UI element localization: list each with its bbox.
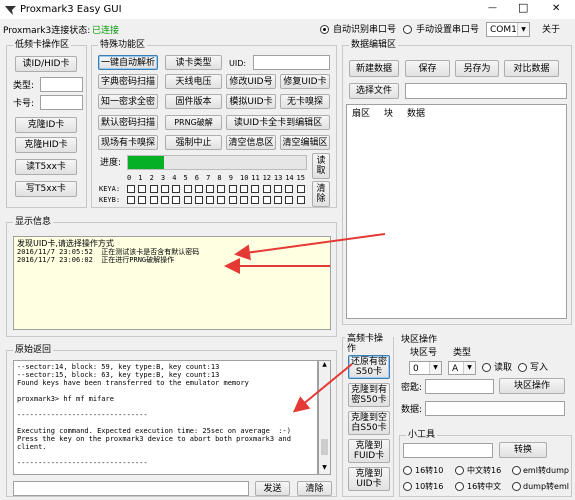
annotation-arrows — [224, 233, 386, 413]
arrow-3 — [292, 363, 353, 413]
arrow-1 — [234, 233, 386, 261]
